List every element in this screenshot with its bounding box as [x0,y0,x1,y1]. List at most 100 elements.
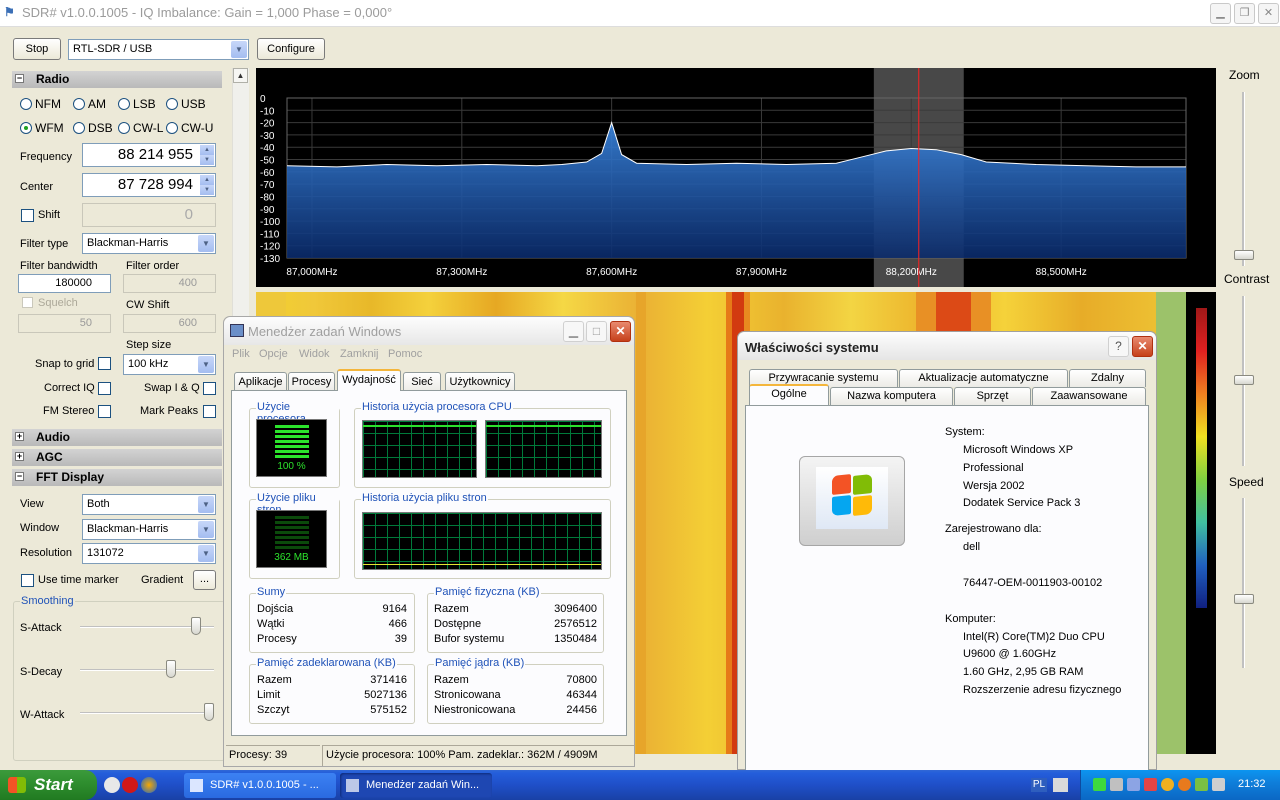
spin-down-icon[interactable]: ▼ [200,155,214,165]
shift-checkbox[interactable] [21,209,34,222]
start-button[interactable]: Start [0,770,97,800]
spin-down-icon[interactable]: ▼ [200,185,214,195]
tm-maximize-button[interactable]: □ [586,321,607,342]
w-attack-track[interactable] [80,712,214,714]
window-select[interactable]: Blackman-Harris ▼ [82,519,216,540]
w-attack-thumb[interactable] [204,703,214,721]
configure-button[interactable]: Configure [257,38,325,60]
tab-applications[interactable]: Aplikacje [234,372,287,391]
menu-help[interactable]: Pomoc [388,348,422,360]
tm-close-button[interactable]: ✕ [610,321,631,342]
center-input[interactable]: 87 728 994 ▲ ▼ [82,173,216,197]
filter-bandwidth-input[interactable]: 180000 [18,274,111,293]
tab-processes[interactable]: Procesy [288,372,335,391]
squelch-checkbox[interactable] [22,297,33,308]
kernel-paged-value: 46344 [566,689,597,701]
zoom-track[interactable] [1242,92,1245,266]
tab-remote[interactable]: Zdalny [1069,369,1146,387]
tab-hardware[interactable]: Sprzęt [954,387,1031,405]
spin-up-icon[interactable]: ▲ [200,145,214,155]
alert-icon[interactable] [1144,778,1157,791]
filter-type-select[interactable]: Blackman-Harris ▼ [82,233,216,254]
keyboard-icon[interactable] [1053,778,1068,792]
spectrum-display[interactable]: 0 -10 -20 -30 -40 -50 -60 -70 -80 -90 -100 -110 -120… [256,68,1216,287]
tray-app-icon[interactable] [1178,778,1191,791]
close-button[interactable]: ✕ [1258,3,1279,24]
tray-app-icon[interactable] [1161,778,1174,791]
s-decay-thumb[interactable] [166,660,176,678]
audio-section-header[interactable]: + Audio [12,429,222,446]
snap-to-grid-checkbox[interactable] [98,357,111,370]
s-attack-thumb[interactable] [191,617,201,635]
squelch-input[interactable]: 50 [18,314,111,333]
sdr-app-icon [190,779,203,792]
frequency-input[interactable]: 88 214 955 ▲ ▼ [82,143,216,167]
filter-order-value: 400 [178,277,197,289]
radio-section-header[interactable]: − Radio [12,71,222,88]
resolution-select[interactable]: 131072 ▼ [82,543,216,564]
speed-track[interactable] [1242,498,1245,668]
cw-shift-input[interactable]: 600 [123,314,216,333]
tm-minimize-button[interactable]: ▁ [563,321,584,342]
mode-dsb[interactable]: DSB [73,121,113,135]
mark-peaks-checkbox[interactable] [203,405,216,418]
taskbar-item-sdr[interactable]: SDR# v1.0.0.1005 - ... [184,773,336,798]
agc-section-header[interactable]: + AGC [12,449,222,466]
y-tick-label: -100 [260,217,280,228]
tab-advanced[interactable]: Zaawansowane [1032,387,1146,405]
volume-icon[interactable] [1212,778,1225,791]
device-select[interactable]: RTL-SDR / USB ▼ [68,39,249,60]
taskbar: Start SDR# v1.0.0.1005 - ... Menedżer za… [0,770,1280,800]
menu-view[interactable]: Widok [299,348,330,360]
menu-options[interactable]: Opcje [259,348,288,360]
system-properties-title: Właściwości systemu [745,340,879,355]
speed-thumb[interactable] [1234,594,1254,604]
tab-computer-name[interactable]: Nazwa komputera [830,387,953,405]
security-icon[interactable] [1127,778,1140,791]
minimize-button[interactable]: ▁ [1210,3,1231,24]
sp-close-button[interactable]: ✕ [1132,336,1153,357]
filter-order-input[interactable]: 400 [123,274,216,293]
tab-general[interactable]: Ogólne [749,384,829,405]
menu-shutdown[interactable]: Zamknij [340,348,379,360]
fft-section-header[interactable]: − FFT Display [12,469,222,486]
mode-wfm[interactable]: WFM [20,121,64,135]
s-decay-track[interactable] [80,669,214,671]
media-player-icon[interactable] [141,777,157,793]
maximize-button[interactable]: ❐ [1234,3,1255,24]
help-button[interactable]: ? [1108,336,1129,357]
view-select[interactable]: Both ▼ [82,494,216,515]
menu-file[interactable]: Plik [232,348,250,360]
shift-input[interactable]: 0 [82,203,216,227]
fm-stereo-checkbox[interactable] [98,405,111,418]
language-indicator[interactable]: PL [1031,778,1047,792]
mode-cwl[interactable]: CW-L [118,121,163,135]
time-marker-checkbox[interactable] [21,574,34,587]
taskbar-item-taskmanager[interactable]: Menedżer zadań Win... [340,773,492,798]
contrast-thumb[interactable] [1234,375,1254,385]
spin-up-icon[interactable]: ▲ [200,175,214,185]
tab-users[interactable]: Użytkownicy [445,372,515,391]
mode-lsb[interactable]: LSB [118,97,156,111]
tray-app-icon[interactable] [1195,778,1208,791]
tab-performance[interactable]: Wydajność [337,369,401,391]
tab-automatic-updates[interactable]: Aktualizacje automatyczne [899,369,1068,387]
quicklaunch-icon[interactable] [104,777,120,793]
mode-usb[interactable]: USB [166,97,206,111]
tab-network[interactable]: Sieć [403,372,441,391]
mode-nfm[interactable]: NFM [20,97,61,111]
step-size-select[interactable]: 100 kHz ▼ [123,354,216,375]
view-label: View [20,498,44,510]
zoom-thumb[interactable] [1234,250,1254,260]
filter-type-value: Blackman-Harris [87,237,169,249]
scroll-up-icon[interactable]: ▲ [233,68,248,83]
swap-iq-checkbox[interactable] [203,382,216,395]
correct-iq-checkbox[interactable] [98,382,111,395]
opera-icon[interactable] [122,777,138,793]
network-icon[interactable] [1110,778,1123,791]
stop-button[interactable]: Stop [13,38,61,60]
mode-cwu[interactable]: CW-U [166,121,213,135]
tray-status-icon[interactable] [1093,778,1106,791]
mode-am[interactable]: AM [73,97,106,111]
gradient-button[interactable]: ... [193,570,216,590]
